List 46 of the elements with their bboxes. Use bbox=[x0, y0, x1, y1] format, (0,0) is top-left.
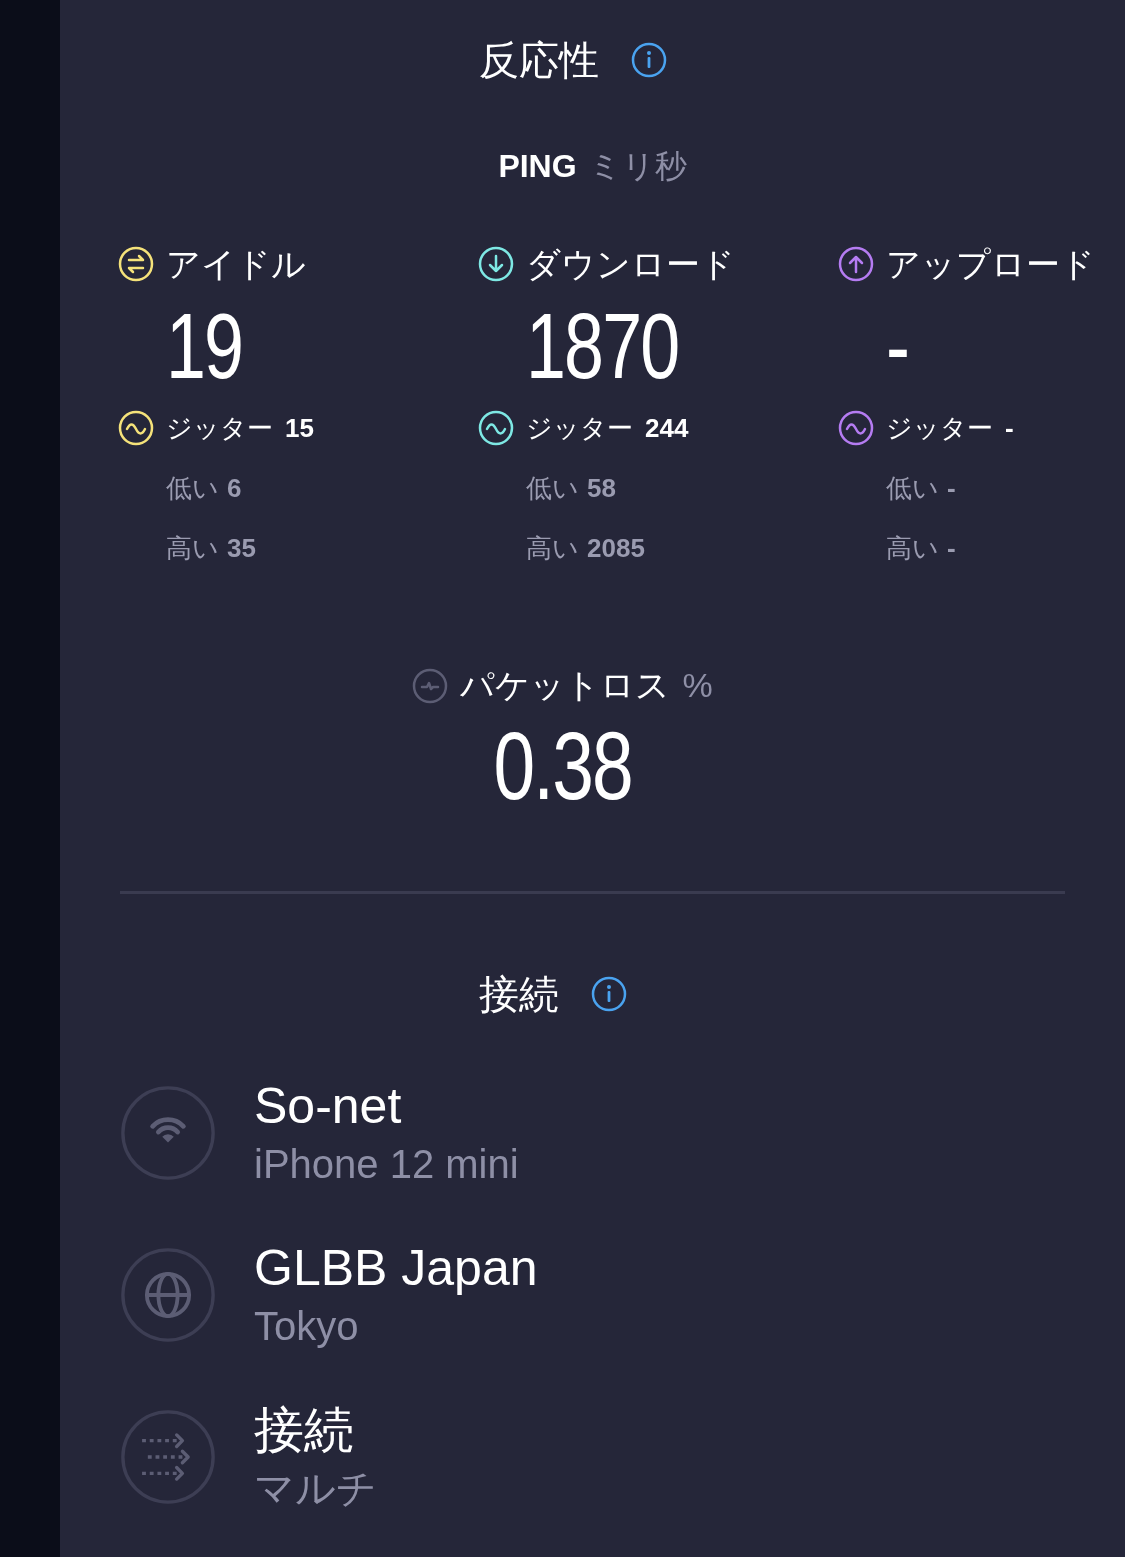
section-title: 接続 bbox=[478, 974, 559, 1014]
stat-value: 58 bbox=[587, 471, 616, 505]
connection-detail: Tokyo bbox=[254, 1303, 360, 1350]
info-icon[interactable] bbox=[630, 42, 667, 78]
connection-detail: マルチ bbox=[254, 1465, 377, 1512]
connection-detail: iPhone 12 mini bbox=[254, 1141, 519, 1188]
jitter-label: ジッター bbox=[166, 411, 273, 445]
jitter-value: - bbox=[1005, 411, 1014, 445]
wave-icon bbox=[478, 410, 514, 446]
metric-label: ダウンロード bbox=[526, 243, 735, 285]
stat-label: 高い bbox=[886, 531, 939, 565]
connection-name: So-net bbox=[254, 1077, 403, 1136]
wave-icon bbox=[838, 410, 874, 446]
globe-icon bbox=[120, 1247, 216, 1343]
jitter-label: ジッター bbox=[886, 411, 993, 445]
unit-label: % bbox=[682, 665, 713, 706]
packet-loss-label: パケットロス bbox=[460, 665, 671, 706]
metric-label: アップロード bbox=[886, 243, 1095, 285]
jitter-label: ジッター bbox=[526, 411, 633, 445]
stat-value: 6 bbox=[227, 471, 242, 505]
wifi-icon bbox=[120, 1085, 216, 1181]
stat-value: 35 bbox=[227, 531, 256, 565]
unit-label: ミリ秒 bbox=[588, 147, 687, 186]
metric-value: 1870 bbox=[526, 300, 679, 392]
connection-name: GLBB Japan bbox=[254, 1239, 538, 1298]
stat-label: 低い bbox=[886, 471, 939, 505]
stat-value: - bbox=[947, 471, 956, 505]
connection-name: 接続 bbox=[254, 1401, 355, 1460]
stat-label: 低い bbox=[166, 471, 219, 505]
jitter-value: 244 bbox=[645, 411, 689, 445]
stat-value: 2085 bbox=[587, 531, 645, 565]
info-icon[interactable] bbox=[590, 976, 627, 1012]
metric-value: 19 bbox=[166, 300, 243, 392]
stat-label: 高い bbox=[526, 531, 579, 565]
section-title: 反応性 bbox=[478, 40, 599, 80]
arrows-icon bbox=[120, 1409, 216, 1505]
stat-label: 低い bbox=[526, 471, 579, 505]
jitter-value: 15 bbox=[285, 411, 314, 445]
stat-label: 高い bbox=[166, 531, 219, 565]
metric-value: - bbox=[886, 300, 909, 392]
wave-icon bbox=[118, 410, 154, 446]
stat-value: - bbox=[947, 531, 956, 565]
metric-label: アイドル bbox=[166, 243, 306, 285]
ping-label: PING bbox=[498, 147, 577, 186]
pulse-icon bbox=[412, 667, 449, 704]
packet-loss-value: 0.38 bbox=[493, 718, 632, 814]
